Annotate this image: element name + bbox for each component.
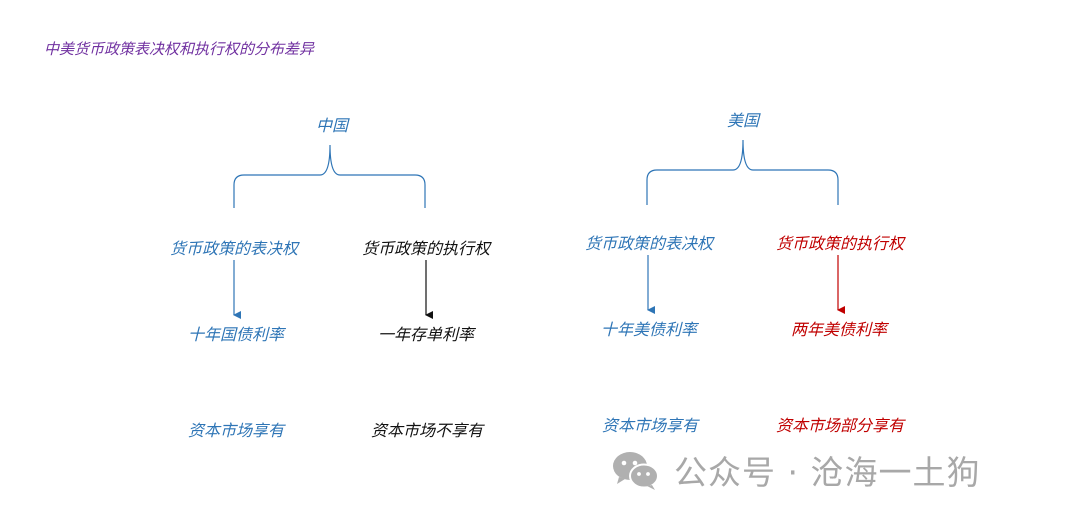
usa-two-year-rate: 两年美债利率: [790, 320, 888, 339]
china-market-not-enjoy: 资本市场不享有: [370, 421, 484, 440]
wechat-icon: [613, 452, 659, 490]
usa-execution-power: 货币政策的执行权: [775, 234, 905, 253]
china-execution-power: 货币政策的执行权: [361, 239, 491, 258]
china-market-enjoys: 资本市场享有: [187, 421, 285, 440]
usa-brace: [646, 139, 839, 205]
watermark: 公众号 · 沧海一土狗: [610, 448, 980, 492]
china-root: 中国: [315, 116, 349, 135]
usa-market-partially-enjoys: 资本市场部分享有: [775, 416, 905, 435]
china-brace: [233, 144, 426, 208]
china-ten-year-rate: 十年国债利率: [187, 325, 285, 344]
china-voting-power: 货币政策的表决权: [169, 239, 299, 258]
usa-voting-power: 货币政策的表决权: [584, 234, 714, 253]
usa-ten-year-rate: 十年美债利率: [600, 320, 698, 339]
usa-root: 美国: [726, 111, 760, 130]
usa-market-enjoys: 资本市场享有: [601, 416, 699, 435]
watermark-text: 公众号 · 沧海一土狗: [674, 453, 981, 492]
china-one-year-cd-rate: 一年存单利率: [377, 325, 475, 344]
